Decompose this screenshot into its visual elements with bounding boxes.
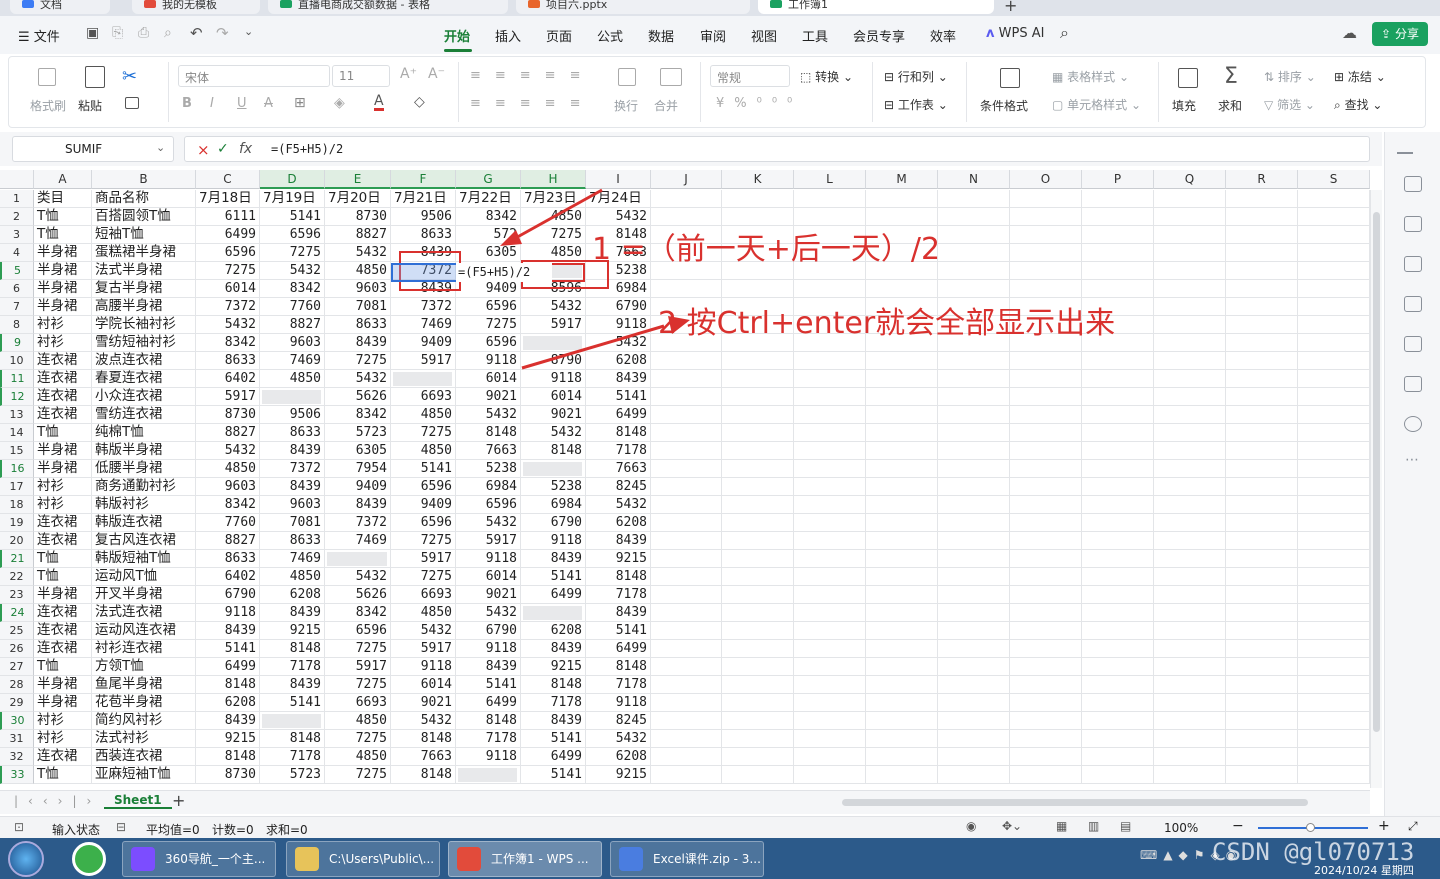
minimize-panel-icon[interactable] [1397,152,1413,154]
chart-icon[interactable] [1404,296,1422,312]
taskbar-app-2[interactable]: 工作簿1 - WPS ... [448,841,602,877]
settings-icon[interactable] [1404,216,1422,232]
eye-icon[interactable]: ◉ [966,819,976,833]
sheet-tab-bar: |‹‹›|› Sheet1 + [0,790,1370,814]
count-status: 计数=0 [212,823,254,837]
zoom-slider-handle[interactable] [1306,823,1315,832]
status-icon: ⊡ [14,820,25,834]
zoom-out-icon[interactable]: − [1232,818,1244,834]
sheet-nav-icons[interactable]: |‹‹›|› [14,794,101,808]
refresh-icon[interactable] [1404,256,1422,272]
zoom-level[interactable]: 100% [1164,821,1198,835]
vertical-scroll-thumb[interactable] [1373,212,1380,732]
arrow-1-head [500,230,522,246]
ai-icon [131,847,155,871]
more-icon[interactable]: ⋯ [1405,452,1419,468]
folder-icon [295,847,319,871]
arrow-1 [511,188,603,242]
stats-icon: ⊟ [116,820,127,834]
vertical-scrollbar[interactable] [1370,190,1382,788]
sum-status: 求和=0 [266,823,308,837]
average-status: 平均值=0 [146,823,200,837]
help-icon[interactable] [1404,416,1422,432]
right-side-panel: ⋯ [1384,132,1440,816]
taskbar-app-3[interactable]: Excel课件.zip - 3... [610,841,764,877]
annotation-note-1: 1 =（前一天+后一天）/2 [592,232,941,267]
layout-icon[interactable]: ✥⌄ [1002,819,1022,833]
taskbar: 360导航_一个主... C:\Users\Public\... 工作簿1 - … [0,838,1440,879]
page-break-icon[interactable]: ▤ [1120,819,1131,833]
wps-icon [457,847,481,871]
select-icon[interactable] [1404,176,1422,192]
arrow-2 [521,324,665,370]
watermark-text: CSDN @gl070713 [1212,838,1415,866]
annotation-arrows [500,188,690,370]
fullscreen-icon[interactable]: ⤢ [1408,819,1418,834]
tools-icon[interactable] [1404,336,1422,352]
annotation-note-2: 2 按Ctrl+enter就会全部显示出来 [658,306,1116,341]
taskbar-app-0[interactable]: 360导航_一个主... [122,841,276,877]
status-bar: ⊡ 输入状态 ⊟ 平均值=0 计数=0 求和=0 ◉ ✥⌄ ▦ ▥ ▤ 100%… [0,816,1440,838]
start-button[interactable] [8,841,44,877]
add-sheet-icon[interactable]: + [172,791,185,810]
sheet-tab-sheet1[interactable]: Sheet1 [104,793,172,809]
zoom-in-icon[interactable]: + [1378,818,1390,834]
horizontal-scroll-thumb[interactable] [842,799,1308,806]
book-icon[interactable] [1404,376,1422,392]
normal-view-icon[interactable]: ▦ [1056,819,1067,833]
taskbar-app-1[interactable]: C:\Users\Public\... [286,841,440,877]
browser-icon[interactable] [72,842,106,876]
archive-icon [619,847,643,871]
page-view-icon[interactable]: ▥ [1088,819,1099,833]
input-mode-status: 输入状态 [52,823,101,837]
